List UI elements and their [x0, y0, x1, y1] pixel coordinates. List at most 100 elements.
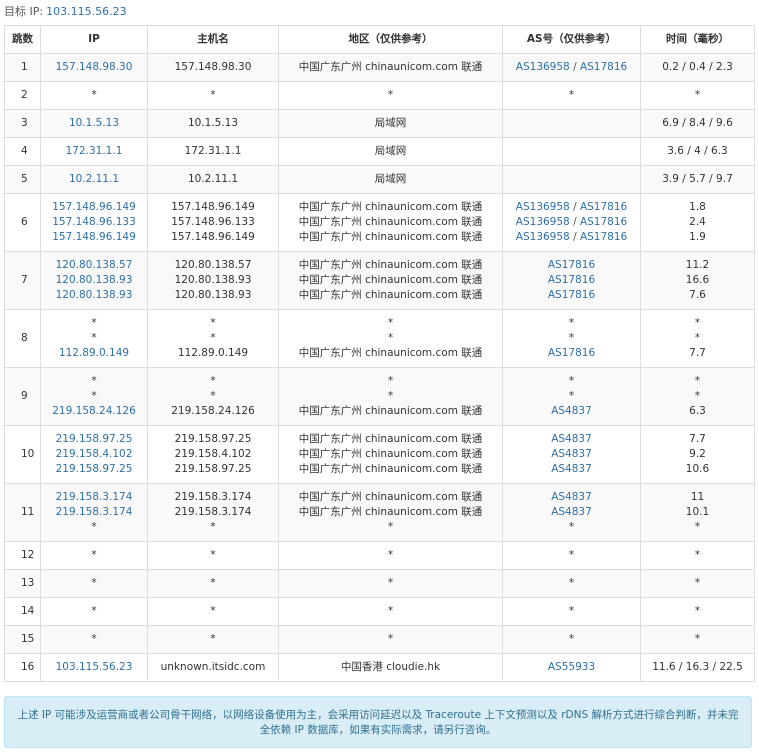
ip-unknown: * [91, 89, 97, 101]
time-text: 16.6 [685, 274, 710, 286]
as-link[interactable]: AS136958 [516, 216, 570, 228]
time-cell: * [640, 625, 755, 654]
time-text: 3.9 / 5.7 / 9.7 [662, 173, 733, 185]
ip-link[interactable]: 172.31.1.1 [42, 144, 147, 159]
notice-box: 上述 IP 可能涉及运营商或者公司骨干网络，以网络设备使用为主，会采用访问延迟以… [4, 696, 752, 748]
as-link[interactable]: AS4837 [551, 463, 592, 475]
time-text: * [694, 375, 701, 387]
ip-link[interactable]: 219.158.24.126 [42, 404, 147, 419]
as-unknown: * [568, 577, 575, 589]
hostname-text: * [210, 521, 216, 533]
as-link[interactable]: AS17816 [580, 61, 627, 73]
hop-cell: 16 [4, 653, 41, 682]
hop-cell: 11 [4, 483, 41, 542]
hostname-text: 219.158.97.25 [174, 433, 252, 445]
table-row: 14 * * * * * [4, 597, 755, 626]
ip-link[interactable]: 10.1.5.13 [42, 116, 147, 131]
as-line: * [504, 88, 640, 103]
ip-link[interactable]: 219.158.3.174 [42, 505, 147, 520]
hop-cell: 15 [4, 625, 41, 654]
ip-unknown: * [91, 577, 97, 589]
ip-link[interactable]: 157.148.98.30 [42, 60, 147, 75]
ip-link[interactable]: 120.80.138.57 [42, 258, 147, 273]
hop-cell: 5 [4, 165, 41, 194]
ip-link[interactable]: 157.148.96.149 [42, 230, 147, 245]
as-cell: AS136958 / AS17816 AS136958 / AS17816 AS13… [502, 193, 641, 252]
as-link[interactable]: AS17816 [548, 259, 595, 271]
hostname-cell: * [147, 597, 279, 626]
region-text: 中国香港 cloudie.hk [340, 661, 441, 673]
region-cell: * [278, 541, 503, 570]
header-ip: IP [40, 25, 148, 54]
as-link[interactable]: AS4837 [551, 433, 592, 445]
as-link[interactable]: AS17816 [580, 231, 627, 243]
ip-cell: 10.1.5.13 [40, 109, 148, 138]
as-link[interactable]: AS17816 [548, 274, 595, 286]
as-line: * [504, 632, 640, 647]
ip-link[interactable]: 157.148.96.133 [42, 215, 147, 230]
time-text: * [694, 633, 701, 645]
hostname-cell: 157.148.98.30 [147, 53, 279, 82]
region-text: * [387, 633, 394, 645]
ip-link[interactable]: 120.80.138.93 [42, 288, 147, 303]
time-text: * [694, 521, 701, 533]
hostname-cell: * * 219.158.24.126 [147, 367, 279, 426]
region-cell: 局域网 [278, 165, 503, 194]
time-text: 1.9 [689, 231, 706, 243]
header-hop: 跳数 [4, 25, 41, 54]
as-link[interactable]: AS4837 [551, 506, 592, 518]
as-line [504, 116, 640, 131]
ip-link[interactable]: 120.80.138.93 [42, 273, 147, 288]
region-text: * [387, 549, 394, 561]
as-link[interactable]: AS17816 [580, 201, 627, 213]
time-cell: * [640, 569, 755, 598]
ip-cell: 157.148.98.30 [40, 53, 148, 82]
as-link[interactable]: AS4837 [551, 448, 592, 460]
as-link[interactable]: AS136958 [516, 61, 570, 73]
region-text: * [387, 605, 394, 617]
hop-cell: 6 [4, 193, 41, 252]
ip-link[interactable]: 219.158.4.102 [42, 447, 147, 462]
ip-link[interactable]: 112.89.0.149 [42, 346, 147, 361]
as-line: AS17816 [504, 273, 640, 288]
traceroute-page: 目标 IP: 103.115.56.23 跳数 IP 主机名 地区（仅供参考） A… [0, 0, 759, 754]
ip-link[interactable]: 103.115.56.23 [42, 660, 147, 675]
hop-cell: 10 [4, 425, 41, 484]
region-text: 中国广东广州 chinaunicom.com 联通 [298, 463, 483, 475]
hop-cell: 4 [4, 137, 41, 166]
region-text: * [387, 89, 394, 101]
hop-cell: 7 [4, 251, 41, 310]
as-link[interactable]: AS136958 [516, 231, 570, 243]
as-link[interactable]: AS4837 [551, 491, 592, 503]
as-link[interactable]: AS17816 [580, 216, 627, 228]
as-line: * [504, 331, 640, 346]
time-text: 2.4 [689, 216, 706, 228]
time-cell: 3.6 / 4 / 6.3 [640, 137, 755, 166]
as-cell: AS4837 AS4837 * [502, 483, 641, 542]
as-line: * [504, 576, 640, 591]
ip-cell: 172.31.1.1 [40, 137, 148, 166]
ip-link[interactable]: 157.148.96.149 [42, 200, 147, 215]
ip-link[interactable]: 10.2.11.1 [42, 172, 147, 187]
as-cell: * [502, 597, 641, 626]
as-link[interactable]: AS136958 [516, 201, 570, 213]
as-link[interactable]: AS17816 [548, 347, 595, 359]
ip-link[interactable]: 219.158.97.25 [42, 432, 147, 447]
hostname-text: 157.148.96.133 [171, 216, 255, 228]
time-cell: 0.2 / 0.4 / 2.3 [640, 53, 755, 82]
as-link[interactable]: AS4837 [551, 405, 592, 417]
hostname-text: 157.148.96.149 [171, 201, 255, 213]
as-link[interactable]: AS17816 [548, 289, 595, 301]
region-cell: * * 中国广东广州 chinaunicom.com 联通 [278, 367, 503, 426]
time-text: * [694, 549, 701, 561]
as-link[interactable]: AS55933 [548, 661, 595, 673]
hostname-text: 219.158.4.102 [174, 448, 252, 460]
hop-cell: 12 [4, 541, 41, 570]
region-cell: 中国广东广州 chinaunicom.com 联通 中国广东广州 chinauni… [278, 193, 503, 252]
ip-link[interactable]: 219.158.3.174 [42, 490, 147, 505]
region-text: 中国广东广州 chinaunicom.com 联通 [298, 491, 483, 503]
region-cell: 中国广东广州 chinaunicom.com 联通 中国广东广州 chinauni… [278, 251, 503, 310]
ip-link[interactable]: 219.158.97.25 [42, 462, 147, 477]
hostname-cell: 10.1.5.13 [147, 109, 279, 138]
time-cell: * [640, 541, 755, 570]
